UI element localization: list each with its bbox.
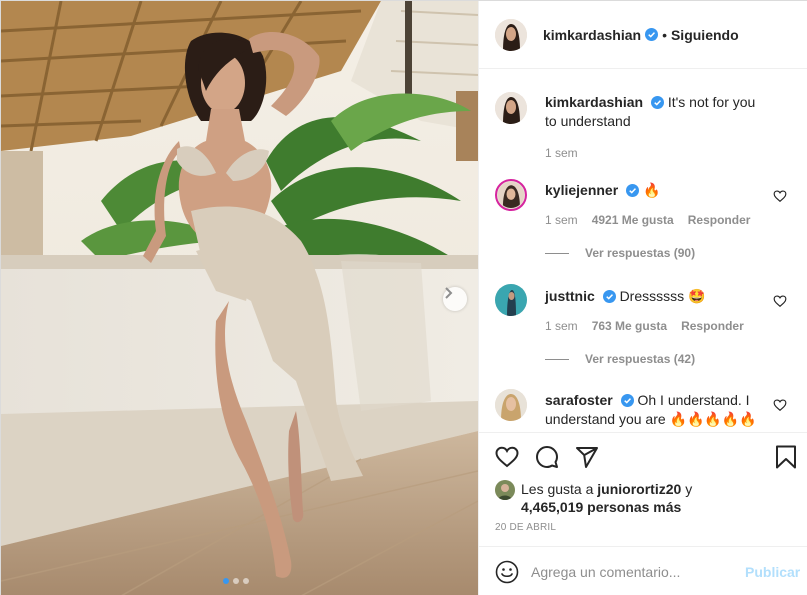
caption-body: kimkardashian It's not for you to unders…: [545, 93, 769, 131]
add-comment-bar: Publicar: [479, 546, 807, 595]
commenter-avatar[interactable]: [495, 389, 527, 421]
caption-meta: 1 sem: [545, 146, 578, 160]
comment-username[interactable]: justtnic: [545, 288, 595, 304]
post-photo-illustration: [1, 1, 478, 595]
carousel-dot: [243, 578, 249, 584]
carousel-dot: [233, 578, 239, 584]
save-button[interactable]: [775, 445, 797, 469]
likes-text: Les gusta a juniorortiz20 y 4,465,019 pe…: [521, 480, 692, 516]
post-date[interactable]: 20 DE ABRIL: [495, 522, 556, 533]
comment-meta: 1 sem 4921 Me gusta Responder: [545, 213, 750, 227]
comment-time[interactable]: 1 sem: [545, 213, 578, 227]
comment-likes[interactable]: 763 Me gusta: [592, 319, 667, 333]
share-icon[interactable]: [575, 445, 599, 469]
emoji-icon[interactable]: [495, 560, 519, 584]
like-comment-heart-icon[interactable]: [773, 294, 787, 308]
comment-body: kyliejenner 🔥: [545, 181, 769, 200]
post-header: kimkardashian • Siguiendo: [479, 1, 807, 69]
likes-conj: y: [685, 481, 693, 497]
likes-others[interactable]: 4,465,019 personas más: [521, 499, 681, 515]
header-separator: •: [662, 26, 667, 43]
verified-icon: [626, 184, 640, 197]
post-sidebar: kimkardashian • Siguiendo kimkardashian …: [478, 1, 807, 595]
caption-avatar[interactable]: [495, 92, 527, 124]
comment-time[interactable]: 1 sem: [545, 319, 578, 333]
comment-text: 🔥: [642, 182, 661, 198]
comment-text: Dressssss 🤩: [619, 288, 706, 304]
like-comment-heart-icon[interactable]: [773, 189, 787, 203]
avatar-image: [495, 284, 527, 316]
comment-likes[interactable]: 4921 Me gusta: [592, 213, 674, 227]
likes-summary: Les gusta a juniorortiz20 y 4,465,019 pe…: [495, 480, 692, 516]
comment-body: sarafoster Oh I understand. I understand…: [545, 391, 769, 429]
bookmark-icon: [776, 445, 796, 469]
comment-icon[interactable]: [535, 445, 559, 469]
comment-input[interactable]: [531, 563, 731, 580]
next-image-button[interactable]: [443, 287, 467, 311]
author-username[interactable]: kimkardashian: [543, 27, 641, 43]
avatar-image: [495, 92, 527, 124]
author-avatar[interactable]: [495, 18, 527, 51]
liker-avatar[interactable]: [495, 480, 515, 500]
like-comment-heart-icon[interactable]: [773, 398, 787, 412]
verified-icon: [650, 96, 664, 109]
caption-username[interactable]: kimkardashian: [545, 94, 643, 110]
heart-icon[interactable]: [495, 445, 519, 469]
comments-list[interactable]: kimkardashian It's not for you to unders…: [479, 70, 807, 432]
chevron-right-icon: [445, 287, 453, 299]
post-image[interactable]: [1, 1, 478, 595]
liker-username[interactable]: juniorortiz20: [597, 481, 681, 497]
reply-button[interactable]: Responder: [681, 319, 744, 333]
reply-button[interactable]: Responder: [688, 213, 751, 227]
caption-time[interactable]: 1 sem: [545, 146, 578, 160]
avatar-image: [495, 389, 527, 421]
post-modal: kimkardashian • Siguiendo kimkardashian …: [0, 0, 807, 595]
verified-icon: [645, 28, 659, 41]
view-replies-button[interactable]: Ver respuestas (90): [545, 246, 695, 260]
comment-meta: 1 sem 763 Me gusta Responder: [545, 319, 744, 333]
view-replies-button[interactable]: Ver respuestas (42): [545, 352, 695, 366]
comment-body: justtnic Dressssss 🤩: [545, 287, 769, 306]
avatar-image: [498, 182, 524, 208]
follow-status-button[interactable]: Siguiendo: [671, 27, 739, 43]
verified-icon: [620, 394, 634, 407]
avatar-image: [495, 480, 515, 500]
publish-button[interactable]: Publicar: [745, 564, 800, 580]
carousel-dot-active: [223, 578, 229, 584]
carousel-indicator: [223, 578, 249, 584]
action-icons: [495, 445, 599, 469]
view-replies-label: Ver respuestas (42): [585, 352, 696, 366]
commenter-avatar[interactable]: [495, 284, 527, 316]
verified-icon: [602, 290, 616, 303]
likes-prefix: Les gusta a: [521, 481, 594, 497]
comment-username[interactable]: kyliejenner: [545, 182, 618, 198]
comment-username[interactable]: sarafoster: [545, 392, 613, 408]
replies-divider: [545, 252, 569, 254]
replies-divider: [545, 358, 569, 360]
commenter-avatar[interactable]: [495, 179, 527, 211]
avatar-image: [495, 18, 527, 51]
view-replies-label: Ver respuestas (90): [585, 246, 696, 260]
